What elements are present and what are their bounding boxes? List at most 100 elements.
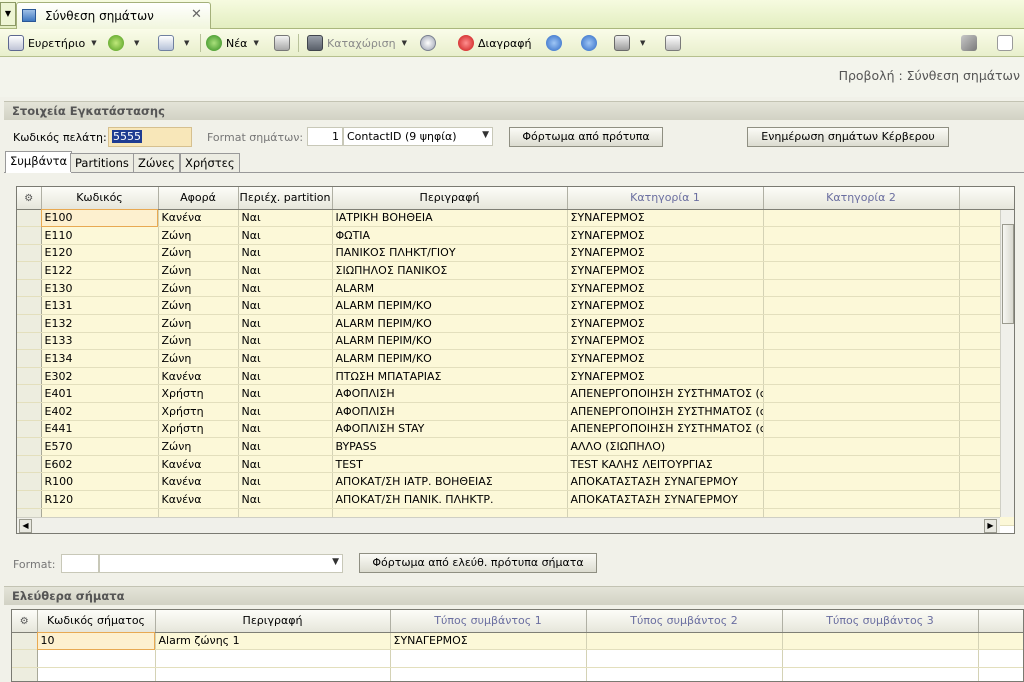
table-row[interactable]: 10 Alarm ζώνης 1 ΣΥΝΑΓΕΡΜΟΣ — [12, 632, 1023, 651]
scroll-thumb[interactable] — [1002, 224, 1014, 324]
format-number-field[interactable]: 1 — [307, 127, 343, 146]
row-header[interactable] — [17, 314, 42, 333]
row-header[interactable] — [17, 332, 42, 351]
column-header-description[interactable]: Περιγραφή — [155, 610, 391, 633]
load-from-template-button[interactable]: Φόρτωμα από πρότυπα — [509, 127, 663, 147]
previous-button[interactable] — [546, 33, 566, 53]
row-header[interactable] — [17, 296, 42, 316]
cell-partition[interactable]: Ναι — [238, 244, 333, 263]
table-row[interactable]: E133 Ζώνη Ναι ALARM ΠΕΡΙΜ/ΚΟ ΣΥΝΑΓΕΡΜΟΣ — [17, 332, 1014, 351]
cell-code[interactable]: E120 — [41, 244, 159, 263]
cell-partition[interactable]: Ναι — [238, 455, 333, 474]
column-chooser[interactable]: ⚙ — [12, 610, 38, 633]
column-header-category-2[interactable]: Κατηγορία 2 — [763, 187, 960, 210]
tab-partitions[interactable]: Partitions — [70, 153, 134, 172]
cell-partition[interactable]: Ναι — [238, 209, 333, 228]
row-header[interactable] — [17, 402, 42, 421]
cell-description[interactable]: ΠΑΝΙΚΟΣ ΠΛΗΚΤ/ΓΙΟΥ — [332, 244, 568, 263]
cell-description[interactable]: ΑΠΟΚΑΤ/ΣΗ ΠΑΝΙΚ. ΠΛΗΚΤΡ. — [332, 490, 568, 509]
column-header-signal-code[interactable]: Κωδικός σήματος — [37, 610, 156, 633]
cell-event-type-3[interactable] — [782, 632, 979, 651]
cell-category-2[interactable] — [763, 349, 960, 368]
cell-partition[interactable]: Ναι — [238, 296, 333, 316]
table-row[interactable]: E131 Ζώνη Ναι ALARM ΠΕΡΙΜ/ΚΟ ΣΥΝΑΓΕΡΜΟΣ — [17, 296, 1014, 316]
cell-concerns[interactable]: Ζώνη — [158, 296, 239, 316]
cell-concerns[interactable]: Κανένα — [158, 472, 239, 491]
row-header[interactable] — [17, 455, 42, 474]
cell-category-2[interactable] — [763, 420, 960, 439]
cell-code[interactable]: R100 — [41, 472, 159, 491]
cell-code[interactable]: E441 — [41, 420, 159, 439]
cell-concerns[interactable]: Ζώνη — [158, 314, 239, 333]
cell-code[interactable]: E131 — [41, 296, 159, 316]
row-header[interactable] — [17, 384, 42, 404]
row-header[interactable] — [17, 420, 42, 439]
table-row[interactable]: E302 Κανένα Ναι ΠΤΩΣΗ ΜΠΑΤΑΡΙΑΣ ΣΥΝΑΓΕΡΜΟΣ — [17, 367, 1014, 386]
row-header[interactable] — [17, 226, 42, 245]
cell-category-2[interactable] — [763, 279, 960, 298]
cell-category-1[interactable]: ΑΠΕΝΕΡΓΟΠΟΙΗΣΗ ΣΥΣΤΗΜΑΤΟΣ (c — [567, 384, 764, 404]
cell-code[interactable]: E132 — [41, 314, 159, 333]
cell-category-1[interactable]: ΣΥΝΑΓΕΡΜΟΣ — [567, 279, 764, 298]
table-row[interactable]: E401 Χρήστη Ναι ΑΦΟΠΛΙΣΗ ΑΠΕΝΕΡΓΟΠΟΙΗΣΗ ΣΥΣΤ… — [17, 384, 1014, 404]
free-format-number-field[interactable] — [61, 554, 99, 573]
cell-concerns[interactable]: Κανένα — [158, 490, 239, 509]
cell-event-type-2[interactable] — [586, 632, 783, 651]
row-header[interactable] — [17, 472, 42, 491]
cell-code[interactable]: E401 — [41, 384, 159, 404]
cell-partition[interactable]: Ναι — [238, 437, 333, 456]
cell-description[interactable]: ΑΦΟΠΛΙΣΗ — [332, 402, 568, 421]
cell-concerns[interactable]: Κανένα — [158, 455, 239, 474]
cell-category-1[interactable]: ΣΥΝΑΓΕΡΜΟΣ — [567, 209, 764, 228]
cell-category-2[interactable] — [763, 261, 960, 280]
chevron-down-icon[interactable]: ▼ — [134, 39, 139, 47]
refresh-button[interactable] — [420, 33, 440, 53]
row-header[interactable] — [17, 244, 42, 263]
table-row[interactable]: E130 Ζώνη Ναι ALARM ΣΥΝΑΓΕΡΜΟΣ — [17, 279, 1014, 298]
table-row[interactable]: R100 Κανένα Ναι ΑΠΟΚΑΤ/ΣΗ ΙΑΤΡ. ΒΟΗΘΕΙΑΣ ΑΠΟ… — [17, 472, 1014, 491]
cell-description[interactable]: ALARM ΠΕΡΙΜ/ΚΟ — [332, 296, 568, 316]
cell-concerns[interactable]: Ζώνη — [158, 226, 239, 245]
cell-category-1[interactable]: ΣΥΝΑΓΕΡΜΟΣ — [567, 349, 764, 368]
table-row[interactable]: E122 Ζώνη Ναι ΣΙΩΠΗΛΟΣ ΠΑΝΙΚΟΣ ΣΥΝΑΓΕΡΜΟΣ — [17, 261, 1014, 280]
cell-category-1[interactable]: ΣΥΝΑΓΕΡΜΟΣ — [567, 296, 764, 316]
row-header[interactable] — [17, 437, 42, 456]
table-row[interactable]: E110 Ζώνη Ναι ΦΩΤΙΑ ΣΥΝΑΓΕΡΜΟΣ — [17, 226, 1014, 245]
cell-concerns[interactable]: Ζώνη — [158, 279, 239, 298]
cell-partition[interactable]: Ναι — [238, 332, 333, 351]
cell-category-1[interactable]: ΑΠΟΚΑΤΑΣΤΑΣΗ ΣΥΝΑΓΕΡΜΟΥ — [567, 490, 764, 509]
chevron-down-icon[interactable]: ▼ — [640, 39, 645, 47]
cell-concerns[interactable]: Χρήστη — [158, 402, 239, 421]
cell-category-1[interactable]: ΣΥΝΑΓΕΡΜΟΣ — [567, 367, 764, 386]
cell-category-2[interactable] — [763, 314, 960, 333]
cell-category-1[interactable]: ΣΥΝΑΓΕΡΜΟΣ — [567, 226, 764, 245]
copy-button[interactable] — [274, 33, 294, 53]
cell-code[interactable]: E130 — [41, 279, 159, 298]
save-button[interactable]: Καταχώριση ▼ — [307, 33, 407, 53]
row-header[interactable] — [12, 632, 38, 651]
cell-category-2[interactable] — [763, 402, 960, 421]
cell-description[interactable]: ΦΩΤΙΑ — [332, 226, 568, 245]
cell-category-1[interactable]: ΑΛΛΟ (ΣΙΩΠΗΛΟ) — [567, 437, 764, 456]
table-row[interactable]: R120 Κανένα Ναι ΑΠΟΚΑΤ/ΣΗ ΠΑΝΙΚ. ΠΛΗΚΤΡ. ΑΠΟ… — [17, 490, 1014, 509]
new-button[interactable]: Νέα ▼ — [206, 33, 259, 53]
cell-category-2[interactable] — [763, 209, 960, 228]
cell-description[interactable]: ΑΠΟΚΑΤ/ΣΗ ΙΑΤΡ. ΒΟΗΘΕΙΑΣ — [332, 472, 568, 491]
cell-code[interactable]: E110 — [41, 226, 159, 245]
index-button[interactable]: Ευρετήριο ▼ — [8, 33, 97, 53]
cell-concerns[interactable]: Ζώνη — [158, 332, 239, 351]
cell-partition[interactable]: Ναι — [238, 402, 333, 421]
table-row[interactable]: E132 Ζώνη Ναι ALARM ΠΕΡΙΜ/ΚΟ ΣΥΝΑΓΕΡΜΟΣ — [17, 314, 1014, 333]
row-header[interactable] — [17, 279, 42, 298]
table-row[interactable]: E100 Κανένα Ναι ΙΑΤΡΙΚΗ ΒΟΗΘΕΙΑ ΣΥΝΑΓΕΡΜΟΣ — [17, 209, 1014, 228]
cell-category-2[interactable] — [763, 437, 960, 456]
column-header-concerns[interactable]: Αφορά — [158, 187, 239, 210]
column-header-description[interactable]: Περιγραφή — [332, 187, 568, 210]
cell-partition[interactable]: Ναι — [238, 490, 333, 509]
cell-category-2[interactable] — [763, 296, 960, 316]
cell-category-1[interactable]: ΑΠΕΝΕΡΓΟΠΟΙΗΣΗ ΣΥΣΤΗΜΑΤΟΣ (c — [567, 402, 764, 421]
cell-category-1[interactable]: ΣΥΝΑΓΕΡΜΟΣ — [567, 314, 764, 333]
cell-category-1[interactable]: ΣΥΝΑΓΕΡΜΟΣ — [567, 332, 764, 351]
cell-category-2[interactable] — [763, 455, 960, 474]
search-button[interactable]: ▼ — [158, 33, 189, 53]
